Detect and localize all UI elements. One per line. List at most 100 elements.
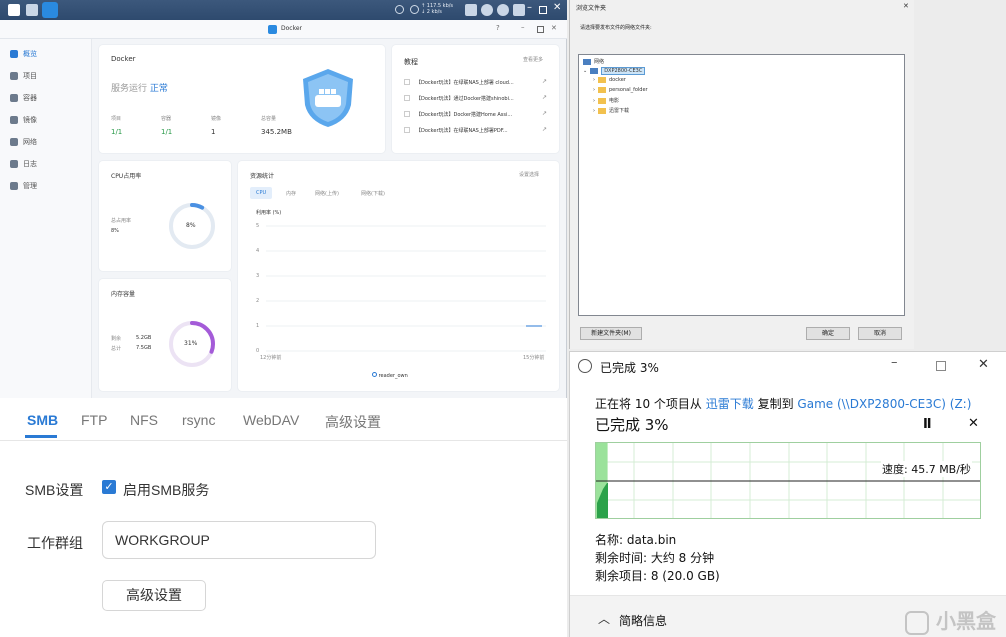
resource-settings-link[interactable]: 设置选择 xyxy=(519,171,539,178)
summary-title: Docker xyxy=(111,55,136,63)
network-icon xyxy=(10,138,18,146)
sidebar-item-project[interactable]: 项目 xyxy=(10,69,37,83)
close-icon[interactable]: ✕ xyxy=(903,2,909,10)
watermark: 小黑盒 xyxy=(905,605,996,635)
tree-node-label: DXP2800-CE3C xyxy=(601,67,646,75)
close-icon[interactable]: ✕ xyxy=(978,357,989,372)
tab-webdav[interactable]: WebDAV xyxy=(243,412,299,428)
tab-rsync[interactable]: rsync xyxy=(182,412,215,428)
stat-value-capacity: 345.2MB xyxy=(261,128,292,136)
notification-icon[interactable] xyxy=(465,4,477,16)
cancel-button[interactable]: 取消 xyxy=(858,327,902,340)
brief-info-toggle[interactable]: 简略信息 xyxy=(619,612,667,629)
resource-title: 资源统计 xyxy=(250,173,275,180)
ok-button[interactable]: 确定 xyxy=(806,327,850,340)
maximize-icon[interactable] xyxy=(539,6,547,14)
tutorial-item[interactable]: 【Docker玩法】在绿联NAS上部署PDF... ↗ xyxy=(404,126,550,135)
tree-node-network[interactable]: 网络 xyxy=(583,58,604,65)
resource-card: 资源统计 设置选择 CPU 内存 网络(上传) 网络(下载) 利用率 (%) 5… xyxy=(238,161,559,391)
y-tick: 0 xyxy=(256,348,260,354)
help-icon[interactable]: ? xyxy=(496,24,500,32)
restore-icon[interactable] xyxy=(537,26,544,33)
docker-app-icon[interactable] xyxy=(42,2,58,18)
tab-divider xyxy=(0,440,567,441)
tree-node-label: 网络 xyxy=(594,59,605,65)
tab-upload[interactable]: 网络(上传) xyxy=(315,190,339,197)
widget-icon[interactable] xyxy=(513,4,525,16)
external-link-icon: ↗ xyxy=(542,94,548,101)
source-link[interactable]: 迅雷下载 xyxy=(706,397,754,411)
minimize-icon[interactable]: – xyxy=(891,355,898,370)
tab-smb[interactable]: SMB xyxy=(27,412,58,428)
tree-node-device[interactable]: ⌄ DXP2800-CE3C xyxy=(583,67,646,75)
search-icon[interactable] xyxy=(497,4,509,16)
tab-memory[interactable]: 内存 xyxy=(286,190,296,197)
tutorial-item[interactable]: 【Docker玩法】Docker搭建Home Assi... ↗ xyxy=(404,110,550,119)
minimize-icon[interactable]: – xyxy=(521,23,525,31)
sidebar-item-manage[interactable]: 管理 xyxy=(10,179,37,193)
tutorial-more-link[interactable]: 查看更多 xyxy=(523,56,543,63)
browse-folder-dialog: 浏览文件夹 ✕ 请选择要发布文件的网络文件夹: 网络 ⌄ DXP2800-CE3C… xyxy=(569,0,914,349)
tutorial-item[interactable]: 【Docker玩法】通过Docker搭建shinobi... ↗ xyxy=(404,94,550,103)
advanced-settings-button[interactable]: 高级设置 xyxy=(102,580,206,611)
sidebar-item-log[interactable]: 日志 xyxy=(10,157,37,171)
image-icon xyxy=(10,116,18,124)
workgroup-label: 工作群组 xyxy=(27,535,83,551)
cpu-donut-label: 8% xyxy=(186,222,196,229)
speed-graph: 速度: 45.7 MB/秒 xyxy=(595,442,981,519)
chevron-right-icon: › xyxy=(593,107,595,114)
sync-icon[interactable] xyxy=(410,5,419,14)
minimize-icon[interactable]: – xyxy=(527,2,532,13)
tab-advanced[interactable]: 高级设置 xyxy=(325,412,381,432)
smb-settings-label: SMB设置 xyxy=(25,482,84,498)
y-tick: 4 xyxy=(256,248,260,254)
tree-node-folder[interactable]: › 迅雷下载 xyxy=(593,107,629,114)
pause-icon[interactable]: Ⅱ xyxy=(923,417,932,432)
memory-used-label: 剩余 xyxy=(111,336,122,342)
chart-unit-label: 利用率 (%) xyxy=(256,210,282,216)
cpu-label: 总占用率 xyxy=(111,218,132,224)
destination-link[interactable]: Game (\\DXP2800-CE3C) (Z:) xyxy=(797,397,971,411)
external-link-icon: ↗ xyxy=(542,126,548,133)
y-tick: 2 xyxy=(256,298,260,304)
memory-card: 内存容量 剩余 5.2GB 总计 7.5GB 31% xyxy=(99,279,231,391)
tab-ftp[interactable]: FTP xyxy=(81,412,107,428)
smb-panel: SMB FTP NFS rsync WebDAV 高级设置 SMB设置 ✓ 启用… xyxy=(0,398,567,637)
enable-smb-checkbox[interactable]: ✓ xyxy=(102,480,116,494)
sidebar-item-network[interactable]: 网络 xyxy=(10,135,37,149)
new-folder-button[interactable]: 新建文件夹(M) xyxy=(580,327,642,340)
tutorial-item-label: 【Docker玩法】Docker搭建Home Assi... xyxy=(416,112,513,118)
sidebar-item-overview[interactable]: 概览 xyxy=(10,47,37,61)
tab-nfs[interactable]: NFS xyxy=(130,412,158,428)
tutorial-item[interactable]: 【Docker玩法】在绿联NAS上部署 cloud... ↗ xyxy=(404,78,550,87)
copy-line-prefix: 正在将 10 个项目从 xyxy=(595,397,702,411)
tree-node-folder[interactable]: › 电影 xyxy=(593,97,619,104)
folder-tree[interactable]: 网络 ⌄ DXP2800-CE3C › docker › personal_folde… xyxy=(578,54,905,316)
menu-icon[interactable] xyxy=(8,4,20,16)
tab-download[interactable]: 网络(下载) xyxy=(361,190,385,197)
external-link-icon: ↗ xyxy=(542,78,548,85)
close-icon[interactable]: ✕ xyxy=(551,24,557,32)
sidebar-item-label: 管理 xyxy=(23,182,37,190)
grid-icon[interactable] xyxy=(26,4,38,16)
copy-line-mid: 复制到 xyxy=(757,397,794,411)
workgroup-input[interactable]: WORKGROUP xyxy=(102,521,376,559)
user-icon[interactable] xyxy=(481,4,493,16)
time-remaining: 剩余时间: 大约 8 分钟 xyxy=(595,551,715,565)
doc-icon xyxy=(404,95,410,101)
docker-window: ↑ 117.5 kb/s ↓ 2 kb/s – ✕ Docker ? – ✕ 概… xyxy=(0,0,567,398)
chevron-up-icon[interactable]: ︿ xyxy=(598,610,610,627)
copy-progress-dialog: 已完成 3% – ✕ 正在将 10 个项目从 迅雷下载 复制到 Game (\\… xyxy=(569,351,1006,637)
clock-icon[interactable] xyxy=(395,5,404,14)
close-icon[interactable]: ✕ xyxy=(553,2,561,13)
tree-node-folder[interactable]: › personal_folder xyxy=(593,87,648,93)
copy-description: 正在将 10 个项目从 迅雷下载 复制到 Game (\\DXP2800-CE3… xyxy=(595,395,971,412)
memory-donut-label: 31% xyxy=(184,340,198,347)
maximize-icon[interactable] xyxy=(936,361,946,371)
cancel-icon[interactable]: ✕ xyxy=(968,416,979,431)
tree-node-folder[interactable]: › docker xyxy=(593,77,626,83)
sidebar-item-image[interactable]: 镜像 xyxy=(10,113,37,127)
tab-cpu[interactable]: CPU xyxy=(250,187,273,199)
sidebar-item-container[interactable]: 容器 xyxy=(10,91,37,105)
speed-indicator: ↑ 117.5 kb/s ↓ 2 kb/s xyxy=(421,3,453,15)
